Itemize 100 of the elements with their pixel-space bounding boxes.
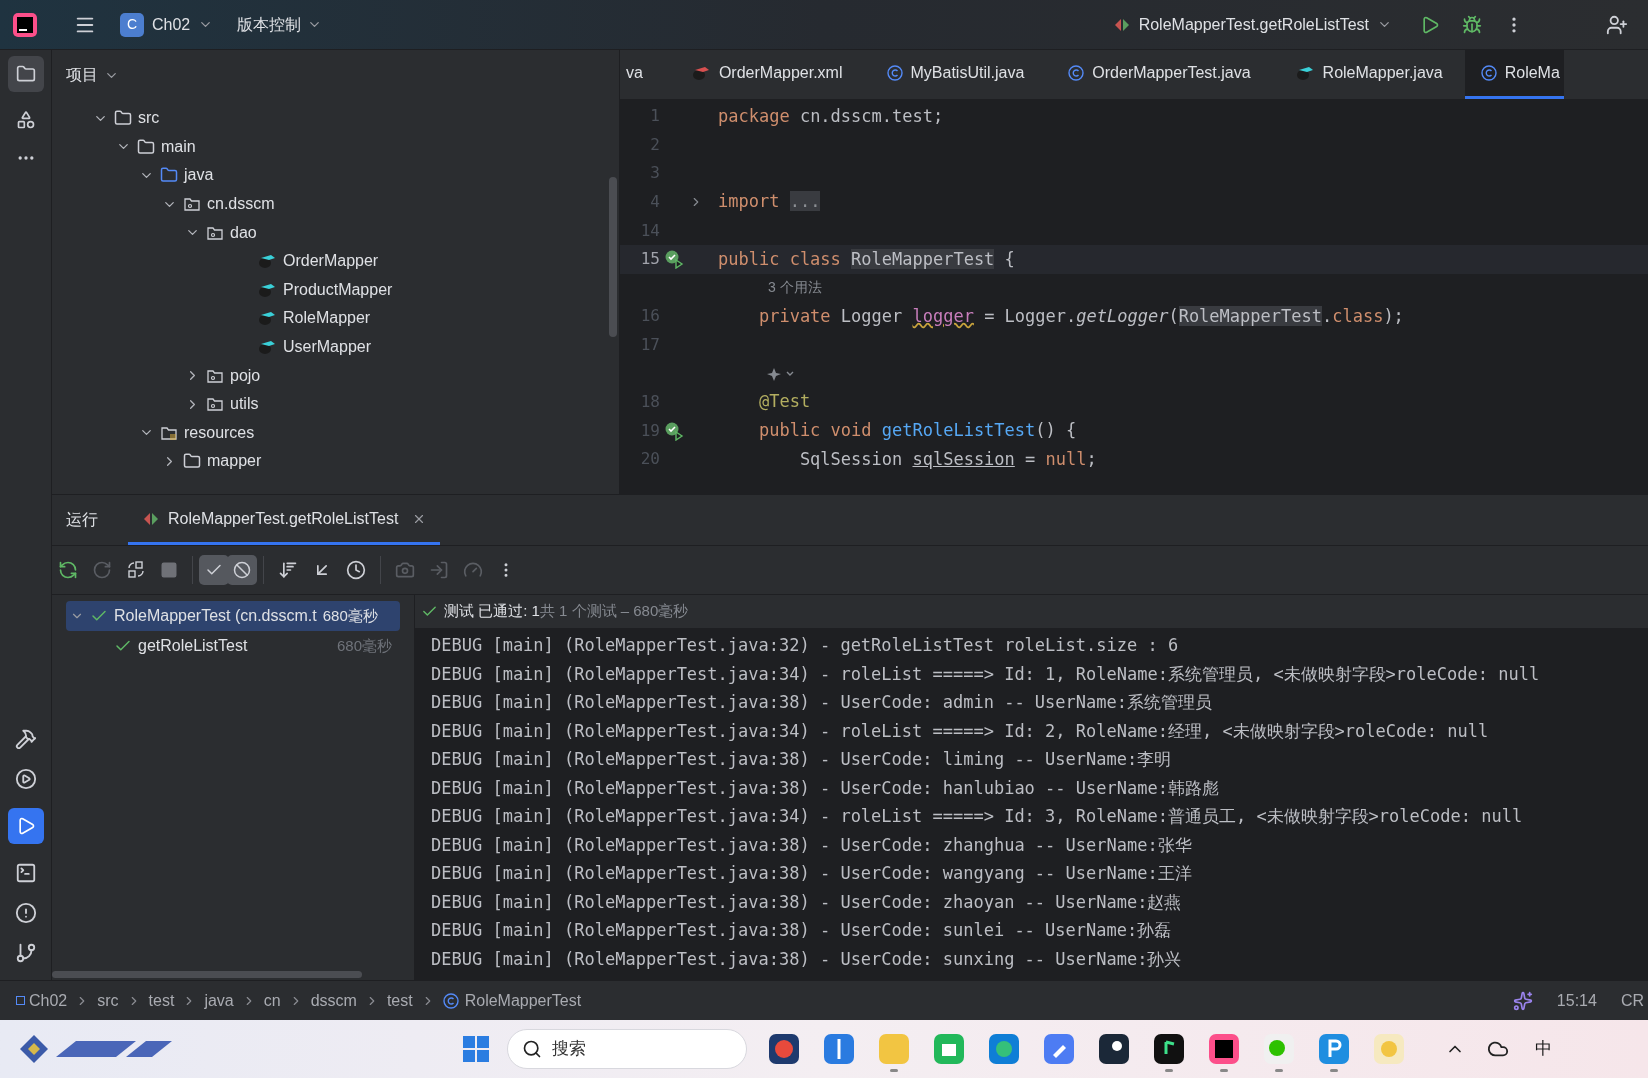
parking-icon[interactable] [1317,1032,1351,1066]
test-name: getRoleListTest [138,636,249,656]
class-icon [1068,65,1085,81]
pen-icon[interactable] [1042,1032,1076,1066]
tree-item[interactable]: pojo [230,363,261,388]
console-line: DEBUG [main] (RoleMapperTest.java:38) - UserCode: hanlubiao -- UserName:韩路彪 [431,776,1220,800]
code-line: import ... [717,190,821,214]
sort-icon[interactable] [278,560,298,580]
run-icon[interactable] [1420,14,1440,35]
project-selector[interactable]: C Ch02 [120,12,214,37]
breadcrumb[interactable]: src [97,988,119,1013]
tree-item[interactable]: dao [230,220,257,245]
hammer-icon[interactable] [14,728,37,750]
ai-assistant-icon[interactable] [1512,990,1533,1011]
module-icon [16,996,25,1005]
test-row[interactable]: getRoleListTest 680毫秒 [66,631,400,661]
run-config-selector[interactable]: RoleMapperTest.getRoleListTest [1112,12,1392,37]
breadcrumb[interactable]: RoleMapperTest [464,988,582,1013]
code-line: public void getRoleListTest() { [757,419,1077,443]
ban-icon [233,561,251,579]
console-line: DEBUG [main] (RoleMapperTest.java:38) - UserCode: admin -- UserName:系统管理员 [431,691,1213,714]
console-line: DEBUG [main] (RoleMapperTest.java:38) - UserCode: zhanghua -- UserName:张华 [431,833,1193,857]
search-icon [522,1039,542,1059]
test-name: RoleMapperTest (cn.dsscm.t [114,606,317,626]
tree-item[interactable]: utils [230,392,259,417]
app-logo-icon[interactable] [12,11,38,38]
toggle-auto-test-icon[interactable] [126,560,146,580]
vcs-menu[interactable]: 版本控制 [237,12,323,37]
panel-title: 运行 [66,510,98,530]
tree-item[interactable]: RoleMapper [283,306,371,331]
terminal-icon[interactable] [14,862,37,884]
test-summary-total: 共 1 个测试 – 680毫秒 [539,601,689,622]
debug-icon[interactable] [1462,14,1482,35]
structure-icon[interactable] [15,110,36,130]
project-tool-button[interactable] [7,56,44,92]
class-icon [886,65,903,81]
breadcrumb[interactable]: cn [263,988,281,1013]
history-icon[interactable] [346,560,366,580]
search-field[interactable]: 搜索 [507,1029,747,1069]
editor-tab[interactable]: va [620,50,669,99]
editor-tab[interactable]: OrderMapperTest.java [1046,50,1273,99]
test-duration: 680毫秒 [322,605,378,626]
tree-item[interactable]: OrderMapper [283,249,379,274]
start-icon[interactable] [461,1034,491,1064]
breadcrumb[interactable]: Ch02 [29,988,68,1013]
class-icon [442,992,459,1009]
editor-tab[interactable]: RoleMa [1464,50,1564,99]
rerun-icon[interactable] [58,560,78,580]
scrollbar[interactable] [52,971,362,978]
tree-item[interactable]: mapper [207,449,262,474]
code-line: SqlSession sqlSession = null; [798,447,1097,471]
problems-icon[interactable] [14,902,37,924]
test-config-icon [142,510,160,527]
line-number: 15 [639,248,660,271]
breadcrumb[interactable]: java [204,988,234,1013]
breadcrumb[interactable]: test [148,988,175,1013]
input-method[interactable]: 中 [1535,1036,1552,1062]
editor-tab[interactable]: MyBatisUtil.java [864,50,1047,99]
project-badge: C [120,12,144,37]
console-line: DEBUG [main] (RoleMapperTest.java:38) - UserCode: wangyang -- UserName:王洋 [431,862,1193,885]
run-test-icon[interactable] [664,249,684,270]
breadcrumb[interactable]: dsscm [310,988,357,1013]
scrollbar[interactable] [609,177,617,337]
code-line: private Logger logger = Logger.getLogger(RoleMapperTest.class); [757,304,1404,328]
cursor-position[interactable]: 15:14 [1556,988,1597,1013]
console-line: DEBUG [main] (RoleMapperTest.java:38) - UserCode: liming -- UserName:李明 [431,748,1173,771]
editor-tab[interactable]: OrderMapper.xml [668,50,865,99]
run-tool-button[interactable] [7,808,44,844]
test-row[interactable]: RoleMapperTest (cn.dsscm.t 680毫秒 [66,601,400,631]
code-line: public class RoleMapperTest { [717,247,1015,271]
tree-item[interactable]: UserMapper [283,335,372,360]
tree-item[interactable]: java [184,163,214,188]
test-duration: 680毫秒 [336,635,392,656]
run-tab[interactable]: RoleMapperTest.getRoleListTest [128,495,441,545]
breadcrumb[interactable]: test [386,988,413,1013]
code-line: package cn.dsscm.test; [717,104,944,128]
git-branch-icon[interactable] [14,942,37,964]
test-summary: 测试 已通过: 1 [444,601,540,622]
console-line: DEBUG [main] (RoleMapperTest.java:32) - getRoleListTest roleList.size : 6 [431,634,1180,657]
tree-item[interactable]: cn.dsscm [207,192,275,217]
console-line: DEBUG [main] (RoleMapperTest.java:38) - UserCode: sunlei -- UserName:孙磊 [431,919,1173,942]
show-passed-toggle[interactable] [199,555,229,585]
tree-item[interactable]: resources [184,420,255,445]
console-line: DEBUG [main] (RoleMapperTest.java:38) - UserCode: zhaoyan -- UserName:赵燕 [431,890,1183,914]
package-folder-icon [183,195,201,214]
console-line: DEBUG [main] (RoleMapperTest.java:38) - UserCode: sunxing -- UserName:孙兴 [431,947,1183,971]
services-icon[interactable] [14,768,37,790]
editor-tab[interactable]: RoleMapper.java [1272,50,1465,99]
console-line: DEBUG [main] (RoleMapperTest.java:34) - roleList =====> Id: 2, RoleName:经理, <未做映射字段>roleCode: null [431,719,1490,743]
add-user-icon[interactable] [1606,13,1628,36]
tree-item[interactable]: main [161,134,196,159]
stop-icon[interactable] [160,561,178,579]
usages-hint[interactable]: 3 个用法 [768,277,822,299]
tree-item[interactable]: ProductMapper [283,277,393,302]
run-test-icon[interactable] [664,420,684,441]
class-icon [1480,65,1497,81]
tree-item[interactable]: src [138,106,160,131]
line-separator[interactable]: CR [1620,988,1644,1013]
show-ignored-toggle[interactable] [227,555,257,585]
panel-title[interactable]: 项目 [66,63,98,87]
